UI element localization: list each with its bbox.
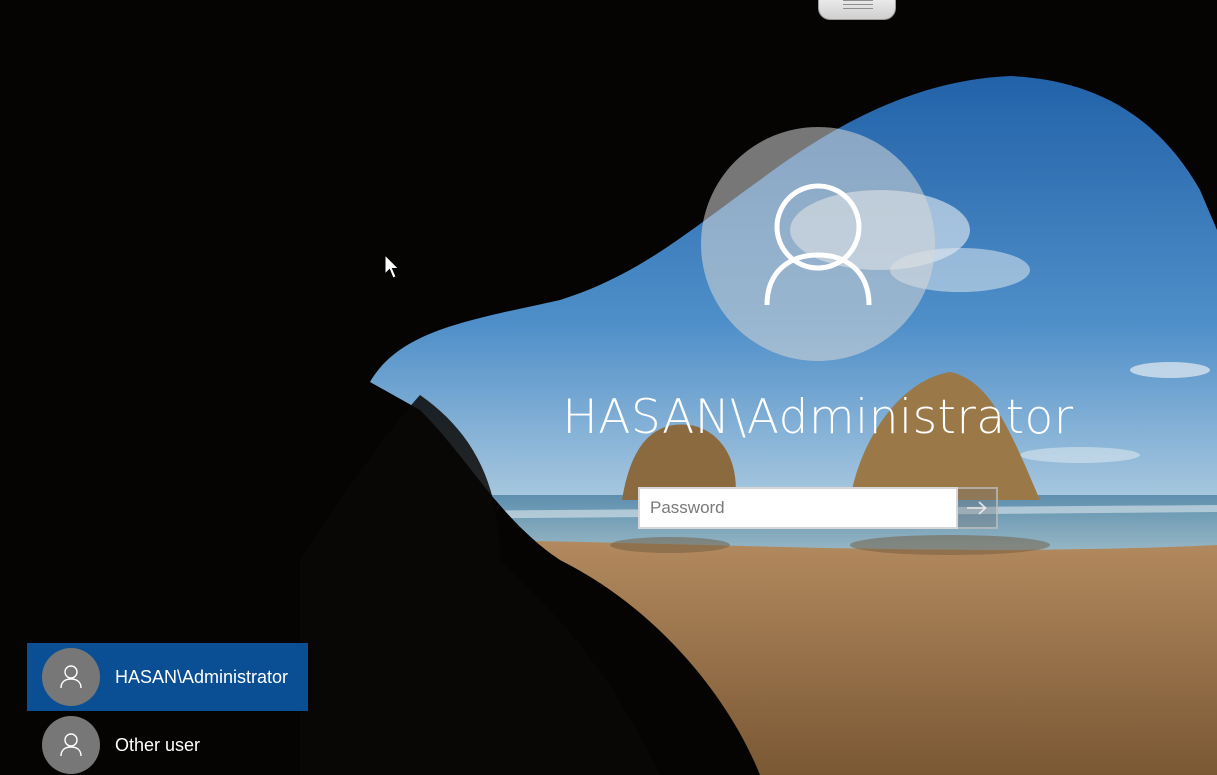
user-tile-avatar — [42, 716, 100, 774]
user-tile-label: HASAN\Administrator — [115, 666, 289, 687]
arrow-right-icon — [967, 501, 987, 515]
username-title: HASAN\Administrator — [562, 390, 1074, 445]
mouse-pointer-icon — [384, 254, 400, 279]
grip-line — [843, 8, 873, 9]
user-silhouette-icon — [60, 665, 82, 689]
password-input[interactable] — [638, 487, 958, 529]
submit-button[interactable] — [958, 487, 998, 529]
user-silhouette-icon — [764, 183, 872, 306]
user-silhouette-icon — [60, 733, 82, 757]
user-tile-label: Other user — [115, 734, 201, 755]
password-group — [638, 487, 998, 529]
grip-line — [843, 0, 873, 1]
user-tile-other-user[interactable]: Other user — [27, 711, 308, 775]
user-switcher-list: HASAN\Administrator Other user — [27, 643, 308, 775]
user-tile-administrator[interactable]: HASAN\Administrator — [27, 643, 308, 711]
user-tile-avatar — [42, 648, 100, 706]
lock-screen: HASAN\Administrator HASAN\Administrator — [0, 0, 1217, 775]
grip-line — [843, 4, 873, 5]
remote-connection-bar[interactable] — [818, 0, 896, 20]
user-avatar-large — [701, 127, 935, 361]
